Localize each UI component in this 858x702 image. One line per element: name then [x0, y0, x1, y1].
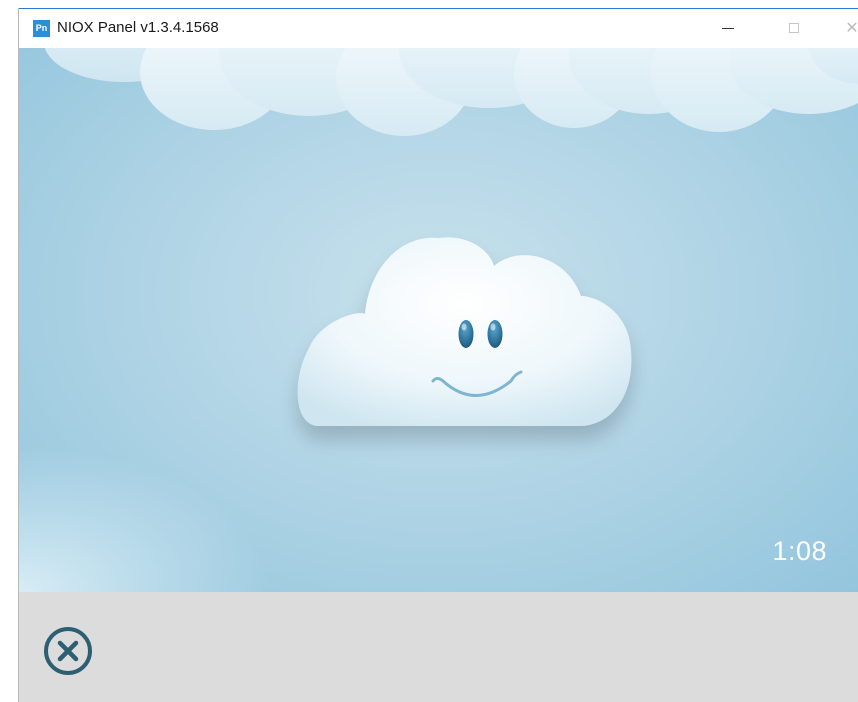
minimize-icon	[722, 27, 734, 29]
cancel-button[interactable]	[42, 625, 94, 677]
window-title: NIOX Panel v1.3.4.1568	[57, 19, 219, 36]
close-button[interactable]: ✕	[829, 9, 858, 47]
maximize-button[interactable]	[771, 9, 817, 47]
smiling-cloud-icon	[297, 237, 632, 426]
countdown-timer: 1:08	[772, 536, 827, 566]
title-bar[interactable]: Pn NIOX Panel v1.3.4.1568 ✕	[19, 8, 858, 48]
top-cloud-bank	[44, 48, 858, 136]
app-window: Pn NIOX Panel v1.3.4.1568 ✕ 1:08	[18, 8, 858, 702]
sky-illustration	[19, 48, 858, 592]
breathing-animation-scene: 1:08	[19, 48, 858, 592]
app-icon: Pn	[33, 20, 50, 37]
bottom-toolbar	[19, 592, 858, 702]
close-icon: ✕	[845, 20, 858, 37]
minimize-button[interactable]	[705, 9, 751, 47]
maximize-icon	[789, 23, 799, 33]
cancel-circle-icon	[44, 627, 92, 675]
